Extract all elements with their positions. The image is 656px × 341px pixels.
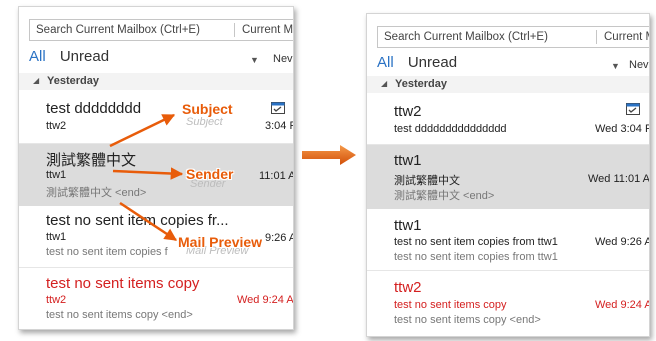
annotation-sender: Sender bbox=[186, 166, 234, 182]
preview-arrow bbox=[119, 201, 178, 242]
transform-arrow-icon bbox=[302, 145, 356, 165]
subject-arrow bbox=[109, 113, 176, 148]
annotation-arrows bbox=[109, 113, 356, 242]
annotation-subject: Subject bbox=[182, 101, 233, 117]
annotation-mail-preview: Mail Preview bbox=[178, 234, 263, 250]
sender-arrow bbox=[112, 167, 184, 180]
ghost-subject-label: Subject bbox=[186, 116, 223, 128]
